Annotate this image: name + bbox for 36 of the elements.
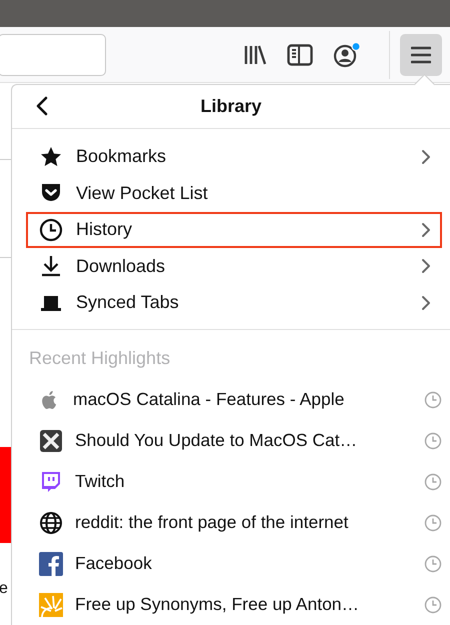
highlight-item[interactable]: Facebook <box>12 543 450 584</box>
back-button[interactable] <box>34 96 50 116</box>
account-icon[interactable] <box>333 42 361 68</box>
clock-icon <box>424 554 442 572</box>
menu-icon <box>411 46 431 64</box>
menu-item[interactable]: History <box>26 212 442 248</box>
library-icon[interactable] <box>243 44 267 66</box>
square-logo-icon <box>39 552 63 576</box>
download-icon <box>39 254 63 278</box>
clock-icon <box>424 514 442 532</box>
x-logo-icon <box>39 428 63 452</box>
menu-item[interactable]: View Pocket List <box>26 175 442 212</box>
clock-icon <box>424 390 442 408</box>
menu-item[interactable]: Bookmarks <box>26 138 442 175</box>
menu-item[interactable]: Synced Tabs <box>26 284 442 321</box>
highlight-item[interactable]: reddit: the front page of the internet <box>12 502 450 543</box>
back-icon <box>34 96 50 116</box>
section-heading: Recent Highlights <box>28 347 172 370</box>
globe-icon <box>39 510 63 534</box>
sidebar-icon[interactable] <box>287 44 313 66</box>
clock-icon <box>424 472 442 490</box>
clock-icon <box>424 596 442 614</box>
clock-icon <box>39 218 63 242</box>
panel-title: Library <box>200 96 262 116</box>
menu-item[interactable]: Downloads <box>26 248 442 284</box>
highlight-item[interactable]: Should You Update to MacOS Cat… <box>12 420 450 461</box>
menu-button[interactable] <box>400 34 442 76</box>
star-icon <box>39 144 63 169</box>
page-text: e <box>0 580 8 598</box>
speech-bubble-icon <box>39 470 63 494</box>
clock-icon <box>424 432 442 450</box>
highlight-item[interactable]: macOS Catalina - Features - Apple <box>12 379 450 420</box>
address-field[interactable] <box>0 34 106 76</box>
sun-rays-icon <box>39 592 63 616</box>
highlight-item[interactable]: Twitch <box>12 461 450 502</box>
highlight-item[interactable]: Free up Synonyms, Free up Anton… <box>12 584 450 625</box>
